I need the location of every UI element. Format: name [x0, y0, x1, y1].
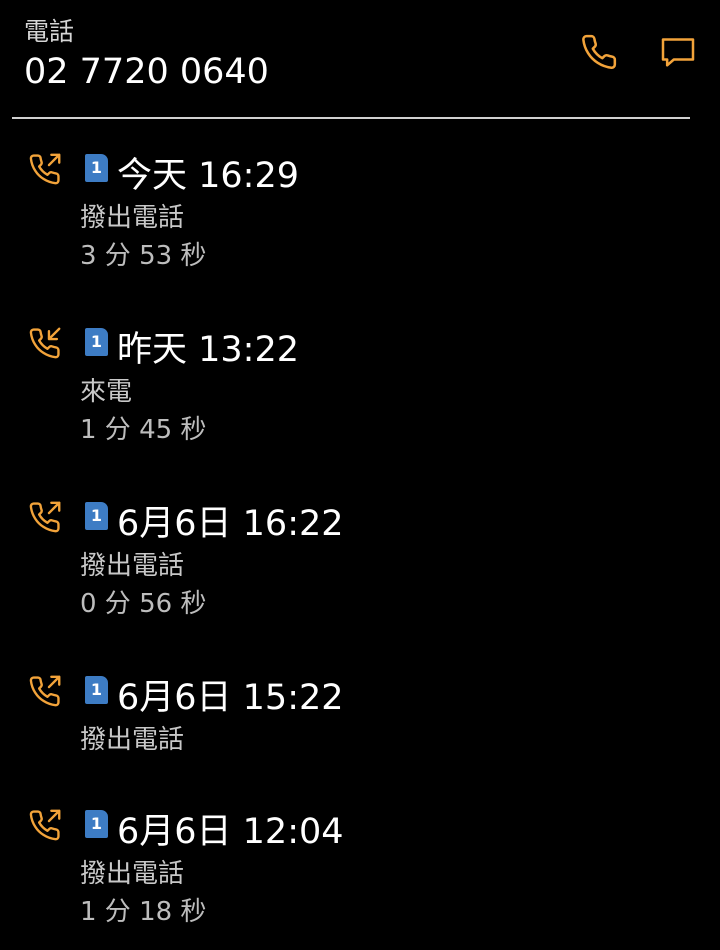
sim-badge: 1: [85, 810, 108, 838]
contact-header: 電話 02 7720 0640: [0, 0, 720, 119]
sim-badge: 1: [85, 502, 108, 530]
number-label: 電話: [24, 17, 75, 46]
call-duration: 1 分 45 秒: [80, 415, 207, 445]
outgoing-call-icon: [29, 809, 61, 841]
sim-badge: 1: [85, 154, 108, 182]
call-log-item[interactable]: 1 6月6日 15:22 撥出電話: [0, 642, 720, 776]
sim-badge: 1: [85, 328, 108, 356]
call-type: 撥出電話: [80, 203, 185, 233]
call-time: 6月6日 12:04: [117, 812, 344, 852]
call-log-item[interactable]: 1 6月6日 12:04 撥出電話 1 分 18 秒: [0, 776, 720, 950]
header-divider: [12, 117, 690, 119]
message-icon: [661, 38, 695, 67]
call-history-list: 1 今天 16:29 撥出電話 3 分 53 秒 1 昨天 13:22 來電 1…: [0, 120, 720, 950]
call-type: 撥出電話: [80, 859, 185, 889]
call-log-item[interactable]: 1 今天 16:29 撥出電話 3 分 53 秒: [0, 120, 720, 294]
call-type: 撥出電話: [80, 551, 185, 581]
message-button[interactable]: [654, 28, 702, 76]
call-duration: 1 分 18 秒: [80, 897, 207, 927]
sim-badge: 1: [85, 676, 108, 704]
call-duration: 3 分 53 秒: [80, 241, 207, 271]
call-time: 6月6日 15:22: [117, 678, 344, 718]
call-type: 撥出電話: [80, 725, 185, 755]
phone-icon: [582, 34, 617, 69]
outgoing-call-icon: [29, 501, 61, 533]
call-time: 今天 16:29: [117, 156, 299, 196]
call-time: 6月6日 16:22: [117, 504, 344, 544]
phone-number[interactable]: 02 7720 0640: [24, 52, 269, 92]
call-log-item[interactable]: 1 6月6日 16:22 撥出電話 0 分 56 秒: [0, 468, 720, 642]
call-log-item[interactable]: 1 昨天 13:22 來電 1 分 45 秒: [0, 294, 720, 468]
call-duration: 0 分 56 秒: [80, 589, 207, 619]
outgoing-call-icon: [29, 675, 61, 707]
call-time: 昨天 13:22: [117, 330, 299, 370]
call-type: 來電: [80, 377, 133, 407]
incoming-call-icon: [29, 327, 61, 359]
outgoing-call-icon: [29, 153, 61, 185]
call-button[interactable]: [575, 28, 623, 76]
